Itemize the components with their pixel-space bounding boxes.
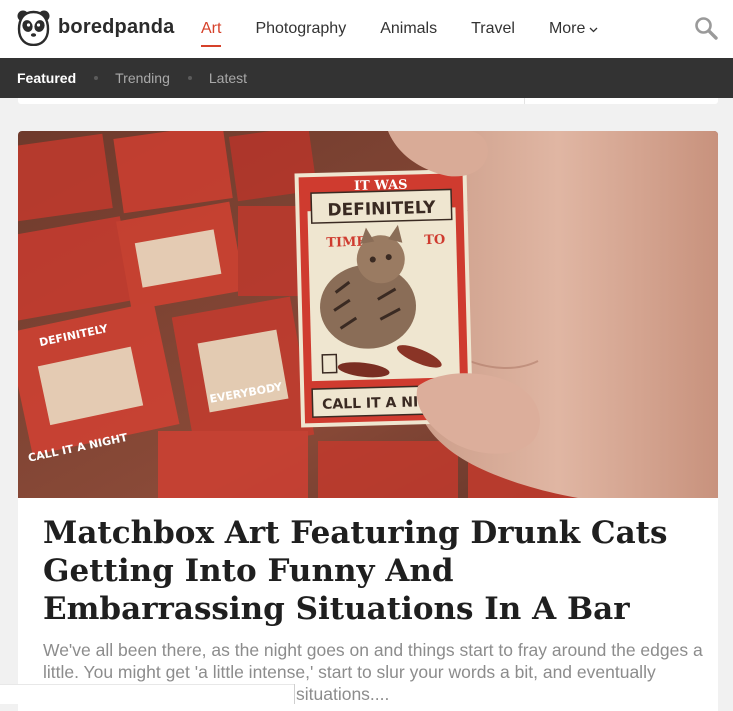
nav-item-more[interactable]: More	[549, 0, 598, 58]
search-icon[interactable]	[694, 16, 718, 40]
tab-trending[interactable]: Trending	[115, 70, 170, 86]
site-header: boredpanda Art Photography Animals Trave…	[0, 0, 733, 58]
nav-more-label: More	[548, 20, 586, 37]
feed-tabs: Featured Trending Latest	[0, 58, 733, 98]
matchbox-text-definitely: DEFINITELY	[327, 198, 436, 221]
panda-logo-icon	[17, 10, 50, 46]
site-logo[interactable]: boredpanda	[17, 9, 174, 46]
previous-card-edge	[18, 98, 718, 104]
tab-latest[interactable]: Latest	[209, 70, 247, 86]
article-card: DEFINITELY CALL IT A NIGHT EVERYBODY IT …	[18, 131, 718, 711]
tab-separator	[94, 76, 99, 80]
article-excerpt-tail: situations....	[296, 684, 390, 704]
chevron-down-icon	[589, 27, 598, 32]
article-excerpt: We've all been there, as the night goes …	[43, 640, 703, 682]
nav-item-travel[interactable]: Travel	[471, 0, 515, 58]
bottom-overlay-divider	[294, 684, 295, 704]
tab-separator	[187, 76, 192, 80]
main-nav: Art Photography Animals Travel More	[201, 0, 632, 58]
matchbox-text-to: TO	[424, 233, 445, 249]
matchbox-text-it-was: IT WAS	[354, 178, 408, 194]
previous-card-divider	[524, 98, 525, 104]
site-logo-text: boredpanda	[58, 16, 175, 38]
article-hero-image[interactable]: DEFINITELY CALL IT A NIGHT EVERYBODY IT …	[18, 131, 718, 498]
nav-item-photography[interactable]: Photography	[255, 0, 346, 58]
nav-item-art[interactable]: Art	[201, 0, 222, 58]
bottom-overlay-strip	[0, 684, 294, 704]
article-title[interactable]: Matchbox Art Featuring Drunk Cats Gettin…	[43, 514, 703, 628]
nav-item-animals[interactable]: Animals	[380, 0, 437, 58]
tab-featured[interactable]: Featured	[17, 70, 76, 86]
